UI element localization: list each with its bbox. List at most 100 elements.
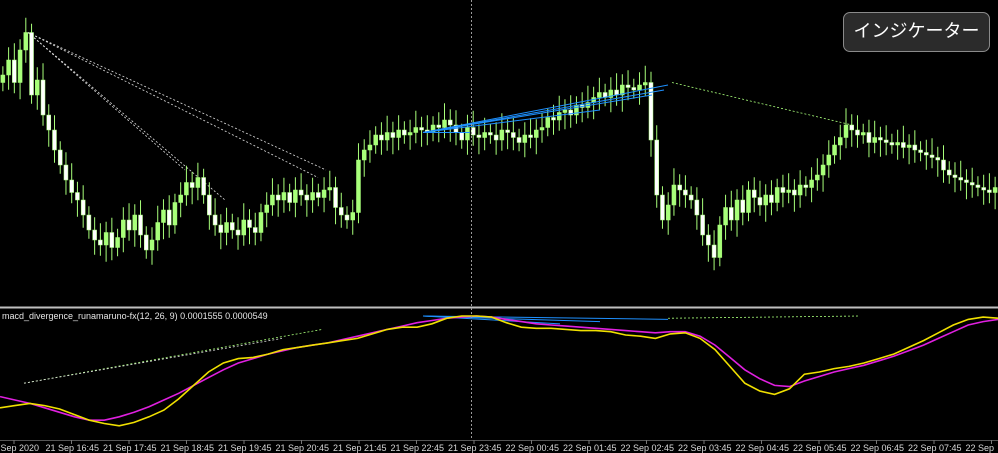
candle-body [660, 194, 665, 221]
candle-body [207, 194, 212, 216]
candle-body [832, 144, 837, 156]
candle-body [683, 189, 688, 196]
candle-body [247, 219, 252, 228]
candle-body [287, 192, 292, 203]
candle-body [178, 194, 183, 203]
candle-body [316, 192, 321, 198]
time-tick-label: 22 Sep 03:45 [678, 443, 732, 453]
candle-body [195, 177, 201, 188]
candle-body [436, 124, 442, 128]
candle-body [0, 74, 6, 83]
candle-body [144, 234, 149, 251]
candle-body [883, 139, 889, 143]
time-tick-label: 22 Sep 04:45 [736, 443, 790, 453]
candle-body [442, 119, 447, 128]
candle-body [35, 79, 40, 96]
candle-body [155, 222, 160, 241]
candle-body [820, 164, 826, 176]
candle-body [40, 79, 46, 116]
candle-body [413, 127, 419, 133]
candle-body [826, 154, 832, 166]
candle-body [534, 129, 539, 138]
candle-body [964, 179, 969, 183]
candle-body [482, 132, 487, 138]
candle-body [872, 137, 877, 143]
time-tick-label: 22 Sep 00:45 [506, 443, 560, 453]
candle-body [29, 32, 34, 96]
candle-body [80, 199, 86, 216]
candle-body [878, 137, 883, 141]
time-tick-label: 21 Sep 22:45 [391, 443, 445, 453]
candle-body [935, 157, 941, 161]
candle-body [792, 189, 797, 196]
candle-body [57, 149, 63, 166]
candle-body [815, 174, 820, 181]
candle-body [539, 127, 545, 131]
candle-body [665, 204, 671, 221]
time-tick-label: 21 Sep 21:45 [333, 443, 387, 453]
candle-body [23, 32, 29, 51]
candle-body [797, 184, 803, 196]
candle-body [218, 224, 224, 233]
candle-body [723, 207, 728, 226]
candle-body [281, 192, 287, 201]
candle-body [407, 132, 413, 136]
time-tick-label: 22 Sep 02:45 [621, 443, 675, 453]
candle-body [843, 124, 849, 138]
candle-body [69, 179, 74, 193]
candle-body [92, 229, 97, 241]
candle-body [729, 207, 734, 221]
time-tick-label: 21 Sep 20:45 [276, 443, 330, 453]
candle-body [103, 232, 109, 246]
candle-body [373, 134, 378, 146]
candle-body [969, 182, 975, 186]
candle-body [895, 142, 900, 146]
time-tick-label: 21 Sep 19:45 [218, 443, 272, 453]
candle-body [132, 214, 138, 231]
candle-body [390, 132, 396, 138]
candle-body [264, 204, 269, 213]
candle-body [654, 139, 659, 196]
candle-body [172, 202, 178, 226]
candle-body [402, 129, 407, 136]
candle-body [740, 199, 746, 213]
candle-body [396, 129, 401, 138]
candle-body [505, 129, 510, 133]
candle-body [327, 187, 333, 191]
candle-body [321, 189, 327, 198]
candle-body [275, 194, 281, 201]
candle-body [711, 244, 717, 258]
candle-body [757, 197, 763, 206]
candle-body [551, 117, 556, 121]
candle-body [344, 214, 350, 221]
candle-body [952, 174, 958, 178]
candle-body [230, 222, 235, 231]
candle-body [545, 117, 551, 128]
time-tick-label: 21 Sep 23:45 [448, 443, 502, 453]
candle-body [556, 112, 562, 121]
candle-body [941, 159, 946, 171]
candle-body [648, 82, 654, 141]
candle-body [356, 159, 361, 213]
candle-body [511, 132, 516, 138]
candle-body [46, 114, 52, 131]
time-tick-label: 21 Sep 17:45 [103, 443, 157, 453]
indicator-button[interactable]: インジケーター [843, 12, 990, 52]
time-tick-label: 21 Sep 2020 [0, 443, 39, 453]
candle-body [270, 194, 275, 206]
candle-body [17, 49, 23, 83]
candle-body [293, 189, 298, 203]
candle-body [631, 87, 637, 91]
price-and-indicator-chart[interactable]: 21 Sep 2020 21 Sep 16:4521 Sep 17:45 21 Se… [0, 0, 998, 453]
candle-body [688, 194, 694, 201]
candle-body [769, 194, 774, 203]
candle-body [855, 129, 860, 136]
candle-body [224, 222, 229, 233]
candle-body [367, 144, 373, 151]
candle-body [625, 84, 631, 88]
time-tick-label: 22 Sep [966, 443, 995, 453]
indicator-label: macd_divergence_runamaruno-fx(12, 26, 9)… [2, 311, 268, 321]
candle-body [212, 214, 218, 226]
candle-body [488, 132, 493, 136]
candle-body [419, 127, 424, 131]
